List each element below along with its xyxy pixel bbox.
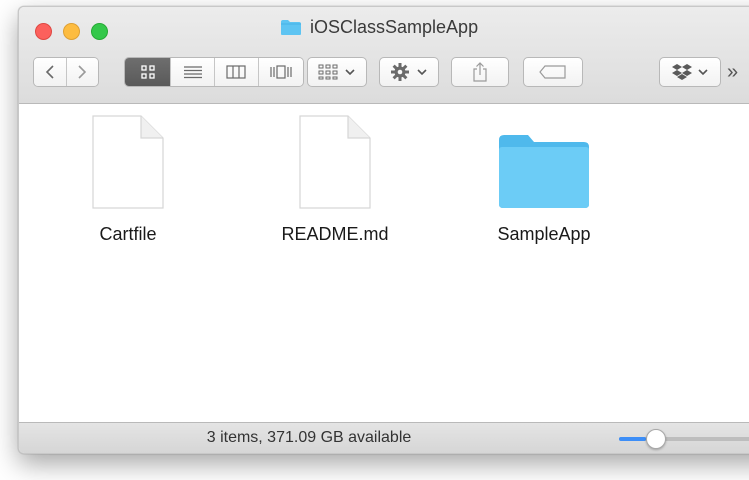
icon-size-slider[interactable] <box>619 429 749 449</box>
dropbox-icon <box>671 64 692 80</box>
column-view-icon <box>226 65 246 79</box>
title-bar: iOSClassSampleApp » <box>19 7 749 104</box>
share-icon <box>473 62 487 82</box>
zoom-button[interactable] <box>91 23 108 40</box>
minimize-button[interactable] <box>63 23 80 40</box>
gear-icon <box>391 63 409 81</box>
list-view-icon <box>183 66 202 79</box>
arrange-grid-icon <box>318 64 338 80</box>
slider-knob[interactable] <box>646 429 666 449</box>
chevron-left-icon <box>45 65 54 79</box>
file-item-cartfile[interactable]: Cartfile <box>53 110 203 245</box>
list-view-button[interactable] <box>170 58 214 86</box>
back-button[interactable] <box>34 58 66 86</box>
document-icon <box>92 115 164 209</box>
view-mode-segment <box>124 57 304 87</box>
tag-icon <box>539 65 566 79</box>
dropbox-button[interactable] <box>659 57 721 87</box>
finder-window: iOSClassSampleApp » Cartfile README.md S… <box>18 6 749 454</box>
icon-view-button[interactable] <box>125 58 171 86</box>
toolbar-overflow-button[interactable]: » <box>727 61 738 84</box>
window-title: iOSClassSampleApp <box>310 17 479 37</box>
cover-flow-view-icon <box>270 65 292 79</box>
chevron-right-icon <box>78 65 87 79</box>
column-view-button[interactable] <box>214 58 258 86</box>
window-title-group: iOSClassSampleApp <box>280 17 478 38</box>
file-item-readme[interactable]: README.md <box>260 110 410 245</box>
folder-icon <box>281 20 301 35</box>
file-name: README.md <box>281 224 389 244</box>
arrange-button[interactable] <box>307 57 367 87</box>
status-bar: 3 items, 371.09 GB available <box>19 422 749 453</box>
share-button[interactable] <box>451 57 509 87</box>
forward-button[interactable] <box>65 58 98 86</box>
slider-fill <box>619 437 646 441</box>
tags-button[interactable] <box>523 57 583 87</box>
nav-segment <box>33 57 99 87</box>
file-name: SampleApp <box>497 224 591 244</box>
action-button[interactable] <box>379 57 439 87</box>
chevron-down-icon <box>345 69 355 76</box>
document-icon <box>299 115 371 209</box>
file-browser-content: Cartfile README.md SampleApp <box>19 104 749 423</box>
status-text: 3 items, 371.09 GB available <box>206 429 412 446</box>
folder-icon <box>499 135 589 208</box>
close-button[interactable] <box>35 23 52 40</box>
file-name: Cartfile <box>99 224 157 244</box>
icon-view-icon <box>141 65 155 79</box>
cover-flow-view-button[interactable] <box>257 58 303 86</box>
chevron-down-icon <box>697 69 708 76</box>
chevron-down-icon <box>417 69 427 76</box>
file-item-sampleapp[interactable]: SampleApp <box>469 110 619 245</box>
